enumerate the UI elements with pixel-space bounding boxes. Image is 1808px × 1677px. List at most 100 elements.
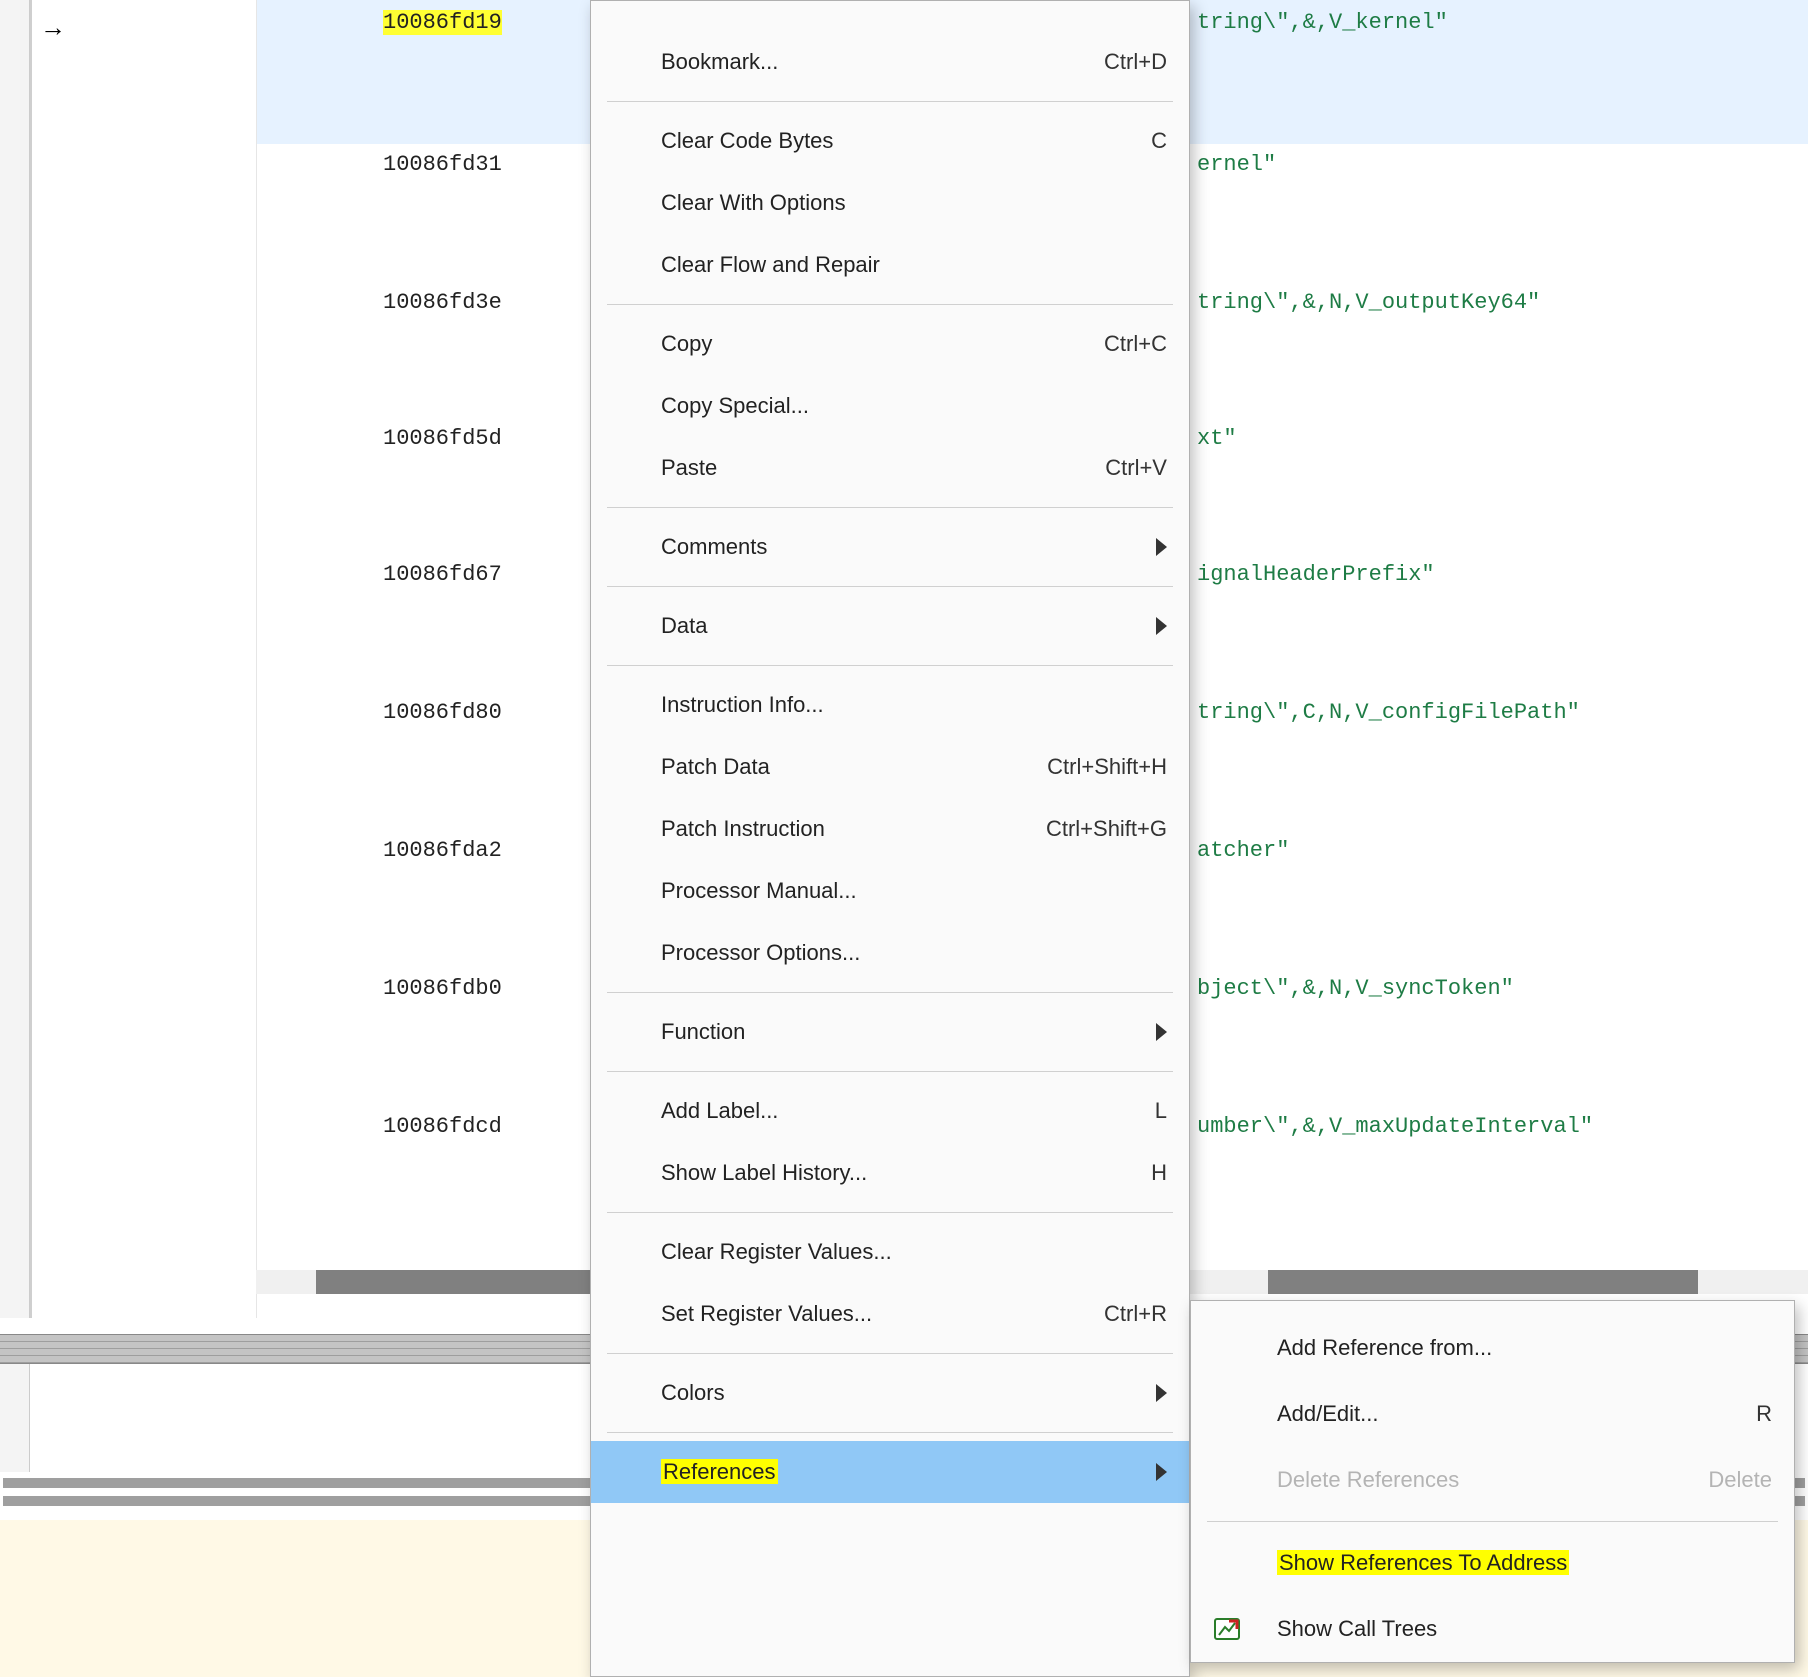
menu-label: Copy Special... <box>661 393 1167 419</box>
menu-item-clear-with-options[interactable]: Clear With Options <box>591 172 1189 234</box>
menu-accel: R <box>1736 1401 1772 1427</box>
menu-item-paste[interactable]: Paste Ctrl+V <box>591 437 1189 499</box>
menu-item-references[interactable]: References <box>591 1441 1189 1503</box>
menu-label: References <box>661 1459 1144 1485</box>
menu-label: Clear With Options <box>661 190 1167 216</box>
menu-label: Function <box>661 1019 1144 1045</box>
menu-label: Clear Flow and Repair <box>661 252 1167 278</box>
menu-label: Paste <box>661 455 1085 481</box>
menu-label: Patch Data <box>661 754 1027 780</box>
menu-separator <box>607 507 1173 508</box>
menu-item-processor-manual[interactable]: Processor Manual... <box>591 860 1189 922</box>
menu-item-comments[interactable]: Comments <box>591 516 1189 578</box>
chevron-right-icon <box>1156 1384 1167 1402</box>
chevron-right-icon <box>1156 617 1167 635</box>
menu-label: Patch Instruction <box>661 816 1026 842</box>
code-cell: ernel" <box>1197 152 1276 177</box>
menu-label: Copy <box>661 331 1084 357</box>
menu-item-delete-references: Delete References Delete <box>1191 1447 1794 1513</box>
menu-label: Processor Options... <box>661 940 1167 966</box>
address-cell[interactable]: 10086fd80 <box>383 700 502 725</box>
address-cell[interactable]: 10086fd31 <box>383 152 502 177</box>
gutter <box>0 1364 30 1472</box>
submenu-references: Add Reference from... Add/Edit... R Dele… <box>1190 1300 1795 1663</box>
code-cell: tring\",&,V_kernel" <box>1197 10 1448 35</box>
menu-label: Add/Edit... <box>1277 1401 1736 1427</box>
menu-item-clear-register-values[interactable]: Clear Register Values... <box>591 1221 1189 1283</box>
address-cell[interactable]: 10086fd3e <box>383 290 502 315</box>
menu-separator <box>607 665 1173 666</box>
scrollbar-thumb[interactable] <box>1268 1270 1698 1294</box>
menu-separator <box>607 1071 1173 1072</box>
menu-item-add-edit[interactable]: Add/Edit... R <box>1191 1381 1794 1447</box>
arrow-right-icon: → <box>40 12 66 43</box>
menu-separator <box>607 101 1173 102</box>
menu-separator <box>1207 1521 1778 1522</box>
code-cell: tring\",C,N,V_configFilePath" <box>1197 700 1580 725</box>
menu-item-set-register-values[interactable]: Set Register Values... Ctrl+R <box>591 1283 1189 1345</box>
address-cell[interactable]: 10086fda2 <box>383 838 502 863</box>
menu-item-processor-options[interactable]: Processor Options... <box>591 922 1189 984</box>
address-cell[interactable]: 10086fd67 <box>383 562 502 587</box>
menu-label: Add Reference from... <box>1277 1335 1772 1361</box>
menu-accel: L <box>1135 1098 1167 1124</box>
gutter-separator <box>30 0 32 1318</box>
menu-label: Colors <box>661 1380 1144 1406</box>
menu-item-copy-special[interactable]: Copy Special... <box>591 375 1189 437</box>
menu-item-colors[interactable]: Colors <box>591 1362 1189 1424</box>
menu-accel: Ctrl+C <box>1084 331 1167 357</box>
menu-item-clear-flow-and-repair[interactable]: Clear Flow and Repair <box>591 234 1189 296</box>
address-cell[interactable]: 10086fd19 <box>383 10 502 35</box>
menu-label: Data <box>661 613 1144 639</box>
menu-label: Show Call Trees <box>1277 1616 1772 1642</box>
menu-item-add-reference-from[interactable]: Add Reference from... <box>1191 1315 1794 1381</box>
menu-item-patch-instruction[interactable]: Patch Instruction Ctrl+Shift+G <box>591 798 1189 860</box>
menu-accel: Delete <box>1688 1467 1772 1493</box>
menu-item-show-references-to-address[interactable]: Show References To Address <box>1191 1530 1794 1596</box>
code-cell: atcher" <box>1197 838 1289 863</box>
menu-label: Set Register Values... <box>661 1301 1084 1327</box>
code-cell: ignalHeaderPrefix" <box>1197 562 1435 587</box>
gutter <box>0 0 30 1318</box>
menu-accel: H <box>1131 1160 1167 1186</box>
menu-accel: Ctrl+Shift+G <box>1026 816 1167 842</box>
code-cell: bject\",&,N,V_syncToken" <box>1197 976 1514 1001</box>
menu-item-function[interactable]: Function <box>591 1001 1189 1063</box>
menu-separator <box>607 1212 1173 1213</box>
menu-accel: Ctrl+D <box>1084 49 1167 75</box>
menu-item-data[interactable]: Data <box>591 595 1189 657</box>
call-tree-icon <box>1209 1611 1245 1647</box>
menu-item-copy[interactable]: Copy Ctrl+C <box>591 313 1189 375</box>
menu-accel: C <box>1131 128 1167 154</box>
menu-item-patch-data[interactable]: Patch Data Ctrl+Shift+H <box>591 736 1189 798</box>
address-cell[interactable]: 10086fdcd <box>383 1114 502 1139</box>
menu-item-show-label-history[interactable]: Show Label History... H <box>591 1142 1189 1204</box>
menu-item-bookmark[interactable]: Bookmark... Ctrl+D <box>591 31 1189 93</box>
menu-item-show-call-trees[interactable]: Show Call Trees <box>1191 1596 1794 1662</box>
code-cell: tring\",&,N,V_outputKey64" <box>1197 290 1540 315</box>
scrollbar-thumb[interactable] <box>316 1270 596 1294</box>
address-cell[interactable]: 10086fd5d <box>383 426 502 451</box>
chevron-right-icon <box>1156 1023 1167 1041</box>
context-menu: Bookmark... Ctrl+D Clear Code Bytes C Cl… <box>590 0 1190 1677</box>
menu-separator <box>607 992 1173 993</box>
menu-item-clear-code-bytes[interactable]: Clear Code Bytes C <box>591 110 1189 172</box>
menu-label: Clear Code Bytes <box>661 128 1131 154</box>
menu-label: Bookmark... <box>661 49 1084 75</box>
menu-label: Show References To Address <box>1277 1550 1772 1576</box>
chevron-right-icon <box>1156 1463 1167 1481</box>
menu-accel: Ctrl+R <box>1084 1301 1167 1327</box>
chevron-right-icon <box>1156 538 1167 556</box>
menu-item-add-label[interactable]: Add Label... L <box>591 1080 1189 1142</box>
menu-label: Processor Manual... <box>661 878 1167 904</box>
menu-label: Show Label History... <box>661 1160 1131 1186</box>
menu-item-instruction-info[interactable]: Instruction Info... <box>591 674 1189 736</box>
menu-label: Comments <box>661 534 1144 560</box>
menu-accel: Ctrl+Shift+H <box>1027 754 1167 780</box>
code-cell: umber\",&,V_maxUpdateInterval" <box>1197 1114 1593 1139</box>
menu-separator <box>607 586 1173 587</box>
menu-accel: Ctrl+V <box>1085 455 1167 481</box>
code-cell: xt" <box>1197 426 1237 451</box>
address-cell[interactable]: 10086fdb0 <box>383 976 502 1001</box>
menu-separator <box>607 1432 1173 1433</box>
